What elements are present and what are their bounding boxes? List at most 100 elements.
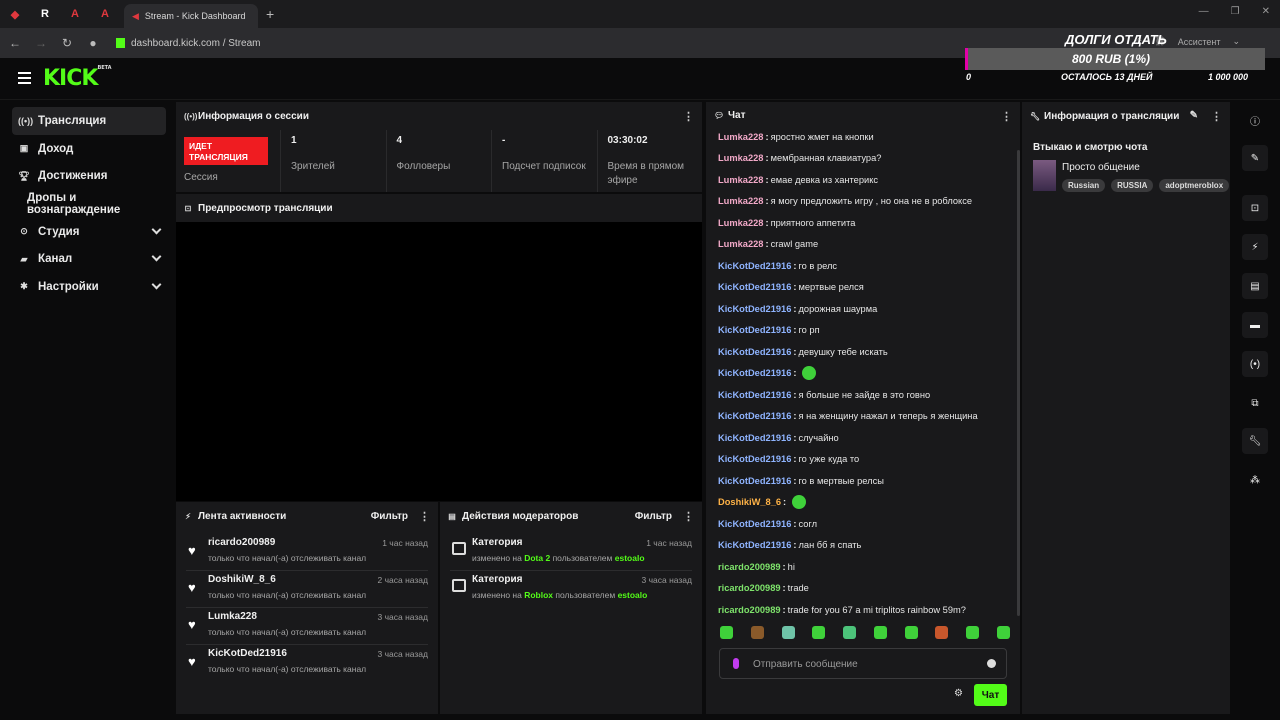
chat-username[interactable]: KicKotDed21916	[718, 433, 791, 443]
emote-button[interactable]	[843, 626, 857, 639]
pinned-tab-3[interactable]: A	[60, 0, 90, 28]
chat-username[interactable]: Lumka228	[718, 175, 763, 185]
chat-username[interactable]: ricardo200989	[718, 605, 781, 615]
chat-text: hi	[787, 561, 795, 572]
chat-send-button[interactable]: Чат	[974, 684, 1007, 706]
chat-settings-icon[interactable]: ⚙	[954, 688, 963, 699]
tab-kick-dashboard[interactable]: ◀ Stream - Kick Dashboard	[124, 4, 258, 28]
chat-username[interactable]: Lumka228	[718, 153, 763, 163]
chat-username[interactable]: KicKotDed21916	[718, 390, 791, 400]
reload-icon[interactable]: ↻	[56, 36, 78, 50]
moderator-actions-panel: ▤ Действия модераторов Фильтр ⋮ Категори…	[440, 502, 702, 714]
more-icon[interactable]: ⋮	[419, 510, 430, 523]
mic-icon[interactable]	[733, 658, 739, 669]
chat-scrollbar[interactable]	[1017, 150, 1020, 616]
stat-live-time: 03:30:02 Время в прямом эфире	[607, 135, 685, 186]
maximize-icon[interactable]: ❐	[1231, 6, 1240, 17]
emote-button[interactable]	[873, 626, 887, 639]
chat-username[interactable]: KicKotDed21916	[718, 282, 791, 292]
emote-button[interactable]	[720, 626, 733, 639]
emoji-icon[interactable]	[987, 659, 996, 668]
chat-username[interactable]: Lumka228	[718, 239, 763, 249]
sidebar-item-achievements[interactable]: 🏆︎ Достижения	[12, 162, 166, 190]
chat-username[interactable]: Lumka228	[718, 196, 763, 206]
notes-icon[interactable]: ▤	[1242, 273, 1268, 299]
more-icon[interactable]: ⋮	[683, 110, 694, 123]
chat-username[interactable]: Lumka228	[718, 218, 763, 228]
minimize-icon[interactable]: —	[1199, 6, 1209, 17]
chat-username[interactable]: KicKotDed21916	[718, 325, 791, 335]
sidebar-item-income[interactable]: ▣ Доход	[12, 135, 166, 163]
layout-icon[interactable]: ⧉	[1242, 390, 1268, 416]
emote-button[interactable]	[812, 626, 826, 639]
menu-icon[interactable]	[18, 72, 31, 84]
chat-text: яростно жмет на кнопки	[770, 131, 874, 142]
category-icon	[452, 542, 466, 555]
more-icon[interactable]: ⋮	[683, 510, 694, 523]
session-label: Сессия	[184, 172, 218, 183]
emote-button[interactable]	[935, 626, 949, 639]
chat-username[interactable]: KicKotDed21916	[718, 519, 791, 529]
chat-icon[interactable]: ▬	[1242, 312, 1268, 338]
kick-logo[interactable]: KICKBETA	[43, 65, 112, 91]
chat-username[interactable]: KicKotDed21916	[718, 261, 791, 271]
emote-button[interactable]	[996, 626, 1010, 639]
tag[interactable]: adoptmeroblox	[1159, 179, 1230, 192]
stream-category[interactable]: Просто общение	[1062, 162, 1140, 173]
sidebar-item-drops[interactable]: Дропы и вознаграждение	[12, 190, 166, 218]
bolt-icon: ⚡︎	[185, 511, 191, 521]
more-icon[interactable]: ⋮	[1001, 110, 1012, 123]
sidebar-item-studio[interactable]: ⊙ Студия	[12, 218, 166, 246]
chat-username[interactable]: ricardo200989	[718, 583, 781, 593]
stream-preview-video[interactable]	[176, 222, 702, 501]
edit-icon[interactable]: ✎	[1190, 110, 1198, 121]
chat-username[interactable]: DoshikiW_8_6	[718, 497, 781, 507]
forward-icon[interactable]: →	[30, 36, 52, 50]
close-icon[interactable]: ✕	[1262, 6, 1270, 17]
chat-username[interactable]: KicKotDed21916	[718, 476, 791, 486]
tab-title: Stream - Kick Dashboard	[144, 11, 246, 21]
tag[interactable]: Russian	[1062, 179, 1106, 192]
chat-message: KicKotDed21916: согл	[718, 513, 1008, 535]
chat-username[interactable]: KicKotDed21916	[718, 411, 791, 421]
url-field[interactable]: dashboard.kick.com / Stream	[116, 38, 261, 49]
sidebar-item-channel[interactable]: ▰ Канал	[12, 245, 166, 273]
activity-filter-button[interactable]: Фильтр	[371, 511, 408, 522]
pinned-tab-1[interactable]: ◆	[0, 0, 30, 28]
chat-username[interactable]: ricardo200989	[718, 562, 781, 572]
broadcast-icon[interactable]: (•)	[1242, 351, 1268, 377]
bolt-icon[interactable]: ⚡︎	[1242, 234, 1268, 260]
sidebar-item-broadcast[interactable]: ((•)) Трансляция	[12, 107, 166, 135]
pinned-tab-4[interactable]: A	[90, 0, 120, 28]
chat-text: приятного аппетита	[770, 217, 856, 228]
more-icon[interactable]: ⋮	[1211, 110, 1222, 123]
moderator-filter-button[interactable]: Фильтр	[635, 511, 672, 522]
chat-message-input[interactable]	[753, 656, 973, 672]
chat-username[interactable]: KicKotDed21916	[718, 347, 791, 357]
tag[interactable]: RUSSIA	[1111, 179, 1154, 192]
back-icon[interactable]: ←	[4, 36, 26, 50]
chat-message: ricardo200989: hi	[718, 556, 1008, 578]
chat-separator: :	[793, 260, 797, 271]
chat-username[interactable]: KicKotDed21916	[718, 304, 791, 314]
chat-username[interactable]: KicKotDed21916	[718, 540, 791, 550]
mic-icon[interactable]: ●	[82, 36, 104, 50]
chat-username[interactable]: KicKotDed21916	[718, 454, 791, 464]
sidebar-item-settings[interactable]: ✱ Настройки	[12, 273, 166, 301]
chat-separator: :	[793, 389, 797, 400]
info-icon[interactable]: ⓘ	[1242, 107, 1268, 133]
share-icon[interactable]: ⁂	[1242, 467, 1268, 493]
wrench-icon[interactable]: 🔧︎	[1242, 428, 1268, 454]
emote-button[interactable]	[966, 626, 980, 639]
stream-title: Втыкаю и смотрю чота	[1033, 142, 1148, 153]
edit-icon[interactable]: ✎	[1242, 145, 1268, 171]
emote-button[interactable]	[750, 626, 764, 639]
pinned-tab-2[interactable]: R	[30, 0, 60, 28]
new-tab-button[interactable]: +	[266, 6, 274, 22]
capture-icon[interactable]: ⊡	[1242, 195, 1268, 221]
chat-username[interactable]: KicKotDed21916	[718, 368, 791, 378]
emote-button[interactable]	[781, 626, 795, 639]
chat-separator: :	[793, 303, 797, 314]
emote-button[interactable]	[904, 626, 918, 639]
chat-username[interactable]: Lumka228	[718, 132, 763, 142]
